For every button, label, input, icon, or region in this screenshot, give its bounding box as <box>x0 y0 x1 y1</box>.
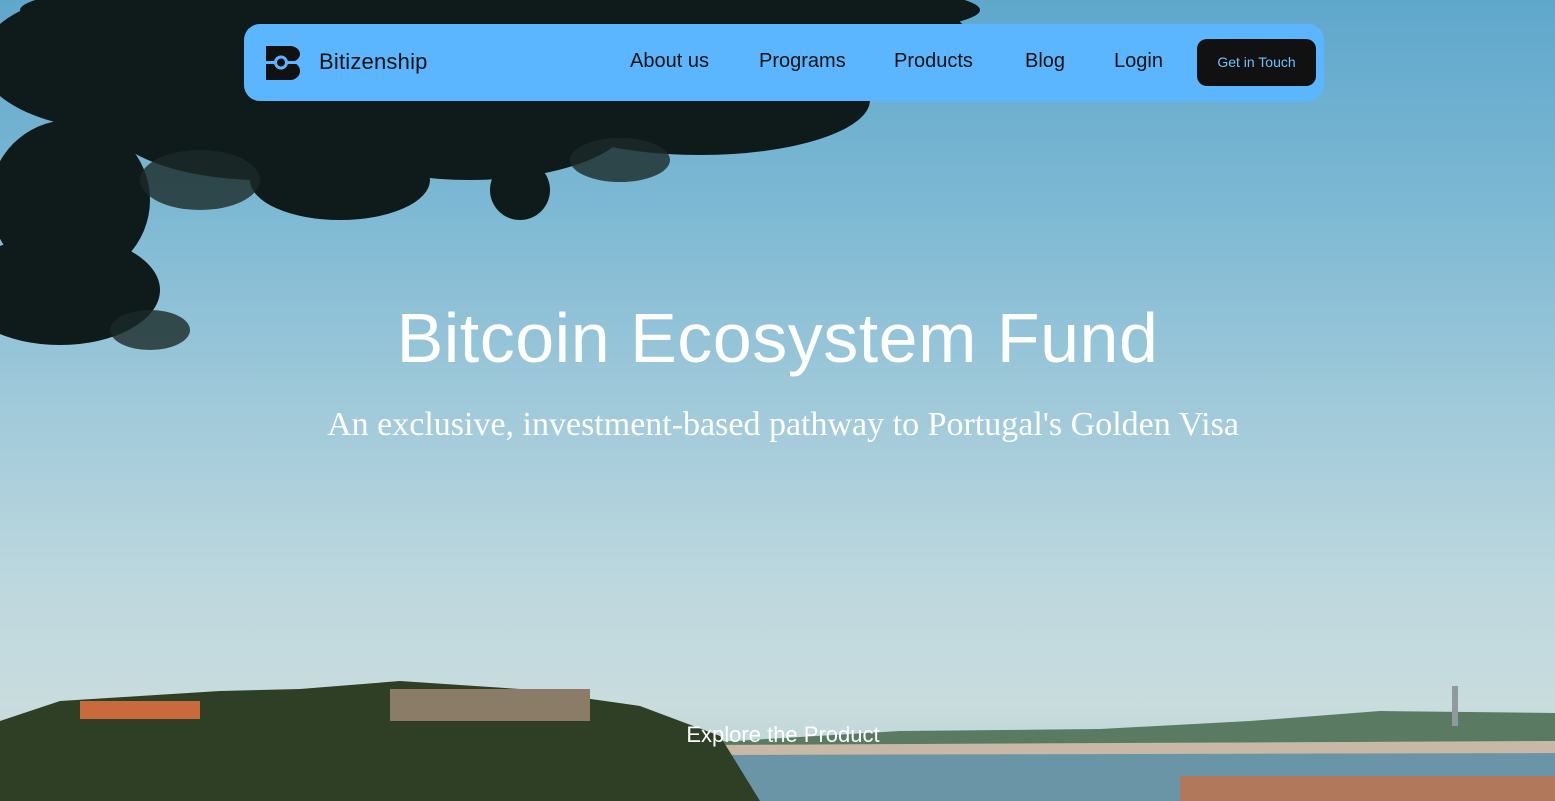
nav-link-programs[interactable]: Programs <box>759 50 846 73</box>
explore-product-link[interactable]: Explore the Product <box>0 722 1555 748</box>
brand-name[interactable]: Bitizenship <box>319 49 428 75</box>
bitizenship-logo-icon[interactable] <box>266 46 300 80</box>
nav-link-login[interactable]: Login <box>1114 50 1163 73</box>
nav-link-about-us[interactable]: About us <box>630 50 709 73</box>
get-in-touch-button[interactable]: Get in Touch <box>1197 39 1316 86</box>
hero-section: Bitizenship About us Programs Products B… <box>0 0 1555 801</box>
top-navbar: Bitizenship About us Programs Products B… <box>244 24 1324 101</box>
hero-title: Bitcoin Ecosystem Fund <box>396 299 1159 377</box>
hero-subtitle: An exclusive, investment-based pathway t… <box>327 406 1239 443</box>
nav-link-products[interactable]: Products <box>894 50 973 73</box>
nav-link-blog[interactable]: Blog <box>1025 50 1065 73</box>
